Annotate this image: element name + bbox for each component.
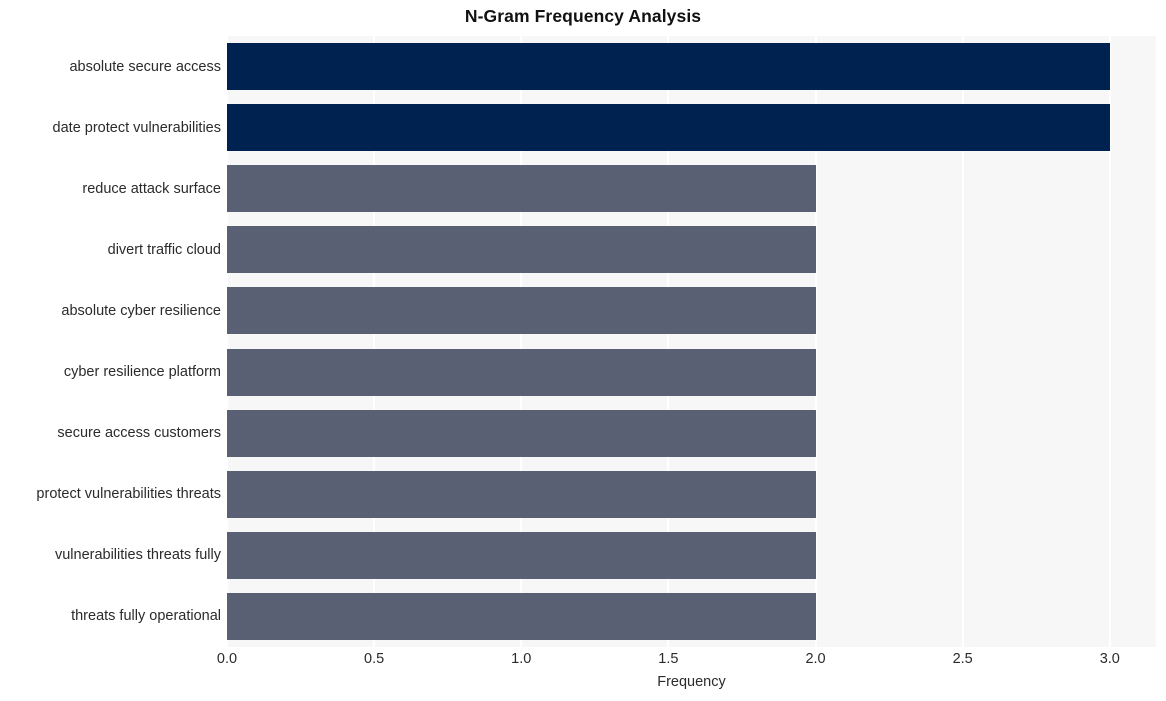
y-axis-tick-label: threats fully operational [71,608,221,625]
bar[interactable] [227,470,816,518]
plot-area [227,36,1156,647]
x-axis-tick-label: 3.0 [1099,651,1120,667]
y-axis-tick-label: vulnerabilities threats fully [54,547,221,564]
y-axis-tick-label: absolute cyber resilience [61,302,221,319]
bar[interactable] [227,226,816,274]
x-axis-title: Frequency [657,674,726,690]
y-axis-tick-label: protect vulnerabilities threats [36,486,221,503]
x-axis-tick-label: 2.5 [952,651,973,667]
bar[interactable] [227,348,816,396]
y-axis-tick-label: secure access customers [57,425,221,442]
x-axis-tick-label: 1.5 [658,651,679,667]
bar[interactable] [227,287,816,335]
x-axis-tick-label: 0.5 [364,651,385,667]
bar[interactable] [227,104,1110,152]
ngram-frequency-chart: N-Gram Frequency Analysis absolute secur… [0,0,1166,701]
y-axis-tick-label: absolute secure access [69,58,221,75]
bar[interactable] [227,592,816,640]
bar[interactable] [227,43,1110,91]
x-axis-tick-label: 0.0 [216,651,238,667]
bars-layer [227,36,1156,647]
x-axis-tick-label: 1.0 [511,651,532,667]
y-axis-labels: absolute secure access date protect vulne… [0,36,221,647]
y-axis-tick-label: reduce attack surface [82,180,221,197]
y-axis-tick-label: date protect vulnerabilities [52,119,221,136]
bar[interactable] [227,409,816,457]
bar[interactable] [227,531,816,579]
chart-title: N-Gram Frequency Analysis [464,6,702,26]
x-axis-tick-label: 2.0 [805,651,826,667]
y-axis-tick-label: divert traffic cloud [107,241,221,258]
y-axis-tick-label: cyber resilience platform [63,364,221,381]
bar[interactable] [227,165,816,213]
